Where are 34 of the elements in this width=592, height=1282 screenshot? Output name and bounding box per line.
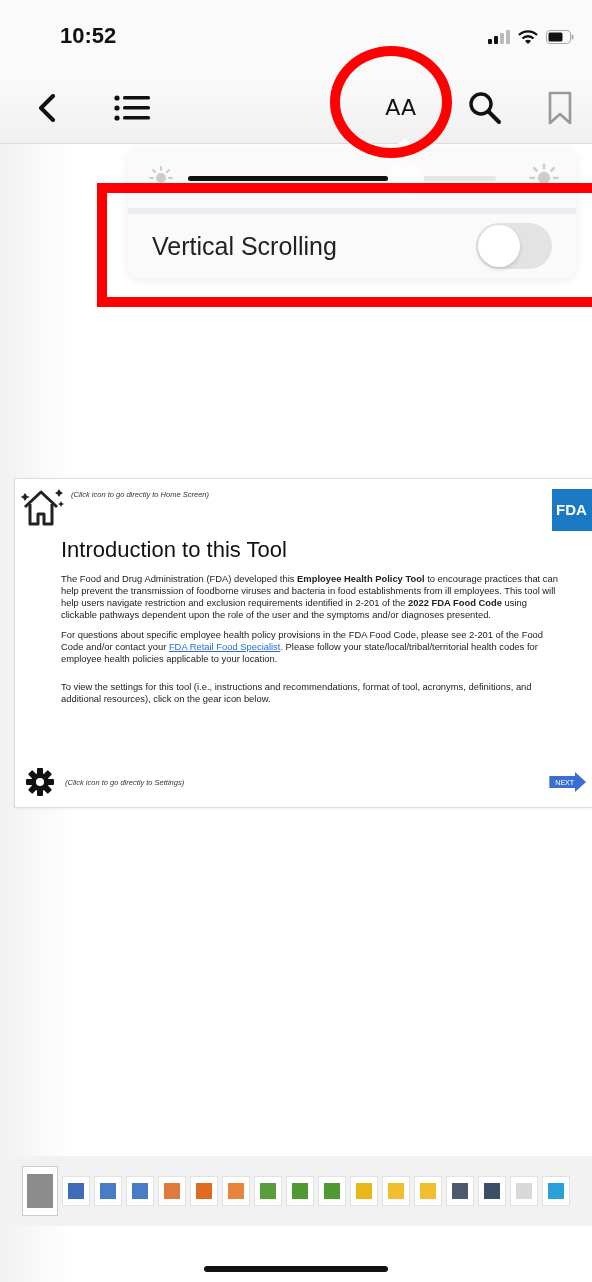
page-thumbnail[interactable] <box>94 1176 122 1206</box>
page-thumbnail[interactable] <box>446 1176 474 1206</box>
page-thumbnail[interactable] <box>190 1176 218 1206</box>
body-paragraph: The Food and Drug Administration (FDA) developed this Employee Health Policy Tool to encourage practices that can help prevent the transmission of foodborne viruses and bacteria in food establishments from ill employees. This tool will help users navigate restriction and exclusion requirements identified in 2-201 of the 2022 FDA Food Code using clickable pathways dependent upon the role of the user and the symptoms and/or diagnoses presented. <box>61 573 559 621</box>
search-icon[interactable] <box>468 90 502 125</box>
settings-icon[interactable] <box>25 767 55 797</box>
page-thumbnail[interactable] <box>22 1166 58 1216</box>
page-thumbnail[interactable] <box>414 1176 442 1206</box>
page-thumbnail[interactable] <box>478 1176 506 1206</box>
page-thumbnail[interactable] <box>158 1176 186 1206</box>
page-thumbnail[interactable] <box>254 1176 282 1206</box>
page-thumbnail[interactable] <box>286 1176 314 1206</box>
page-thumbnail[interactable] <box>542 1176 570 1206</box>
toggle-switch[interactable] <box>476 223 552 269</box>
signal-icon <box>488 30 510 44</box>
option-label: Vertical Scrolling <box>152 231 337 261</box>
slide-title: Introduction to this Tool <box>60 536 288 563</box>
bookmark-icon[interactable] <box>548 90 572 125</box>
page-thumbnail[interactable] <box>318 1176 346 1206</box>
page-thumbnail[interactable] <box>126 1176 154 1206</box>
fda-logo: FDA <box>552 489 592 531</box>
back-icon[interactable] <box>38 93 56 122</box>
body-paragraph: For questions about specific employee health policy provisions in the FDA Food Code, please see 2-201 of the Food Code and/or contact your FDA Retail Food Specialist. Please follow your state/local/tribal/territorial health codes for employee health policies applicable to your location. <box>61 629 545 665</box>
page-thumbnail[interactable] <box>510 1176 538 1206</box>
list-icon[interactable] <box>114 94 150 121</box>
battery-icon <box>546 30 574 44</box>
text-size-button[interactable]: AA <box>379 93 422 122</box>
wifi-icon <box>518 29 538 45</box>
page-thumbnail[interactable] <box>382 1176 410 1206</box>
page-thumbnail[interactable] <box>62 1176 90 1206</box>
page-thumbnail[interactable] <box>350 1176 378 1206</box>
page-thumbnail[interactable] <box>222 1176 250 1206</box>
body-paragraph: To view the settings for this tool (i.e., instructions and recommendations, format of tool, acronyms, definitions, and additional resources), click on the gear icon below. <box>61 681 533 705</box>
status-time: 10:52 <box>60 23 117 49</box>
